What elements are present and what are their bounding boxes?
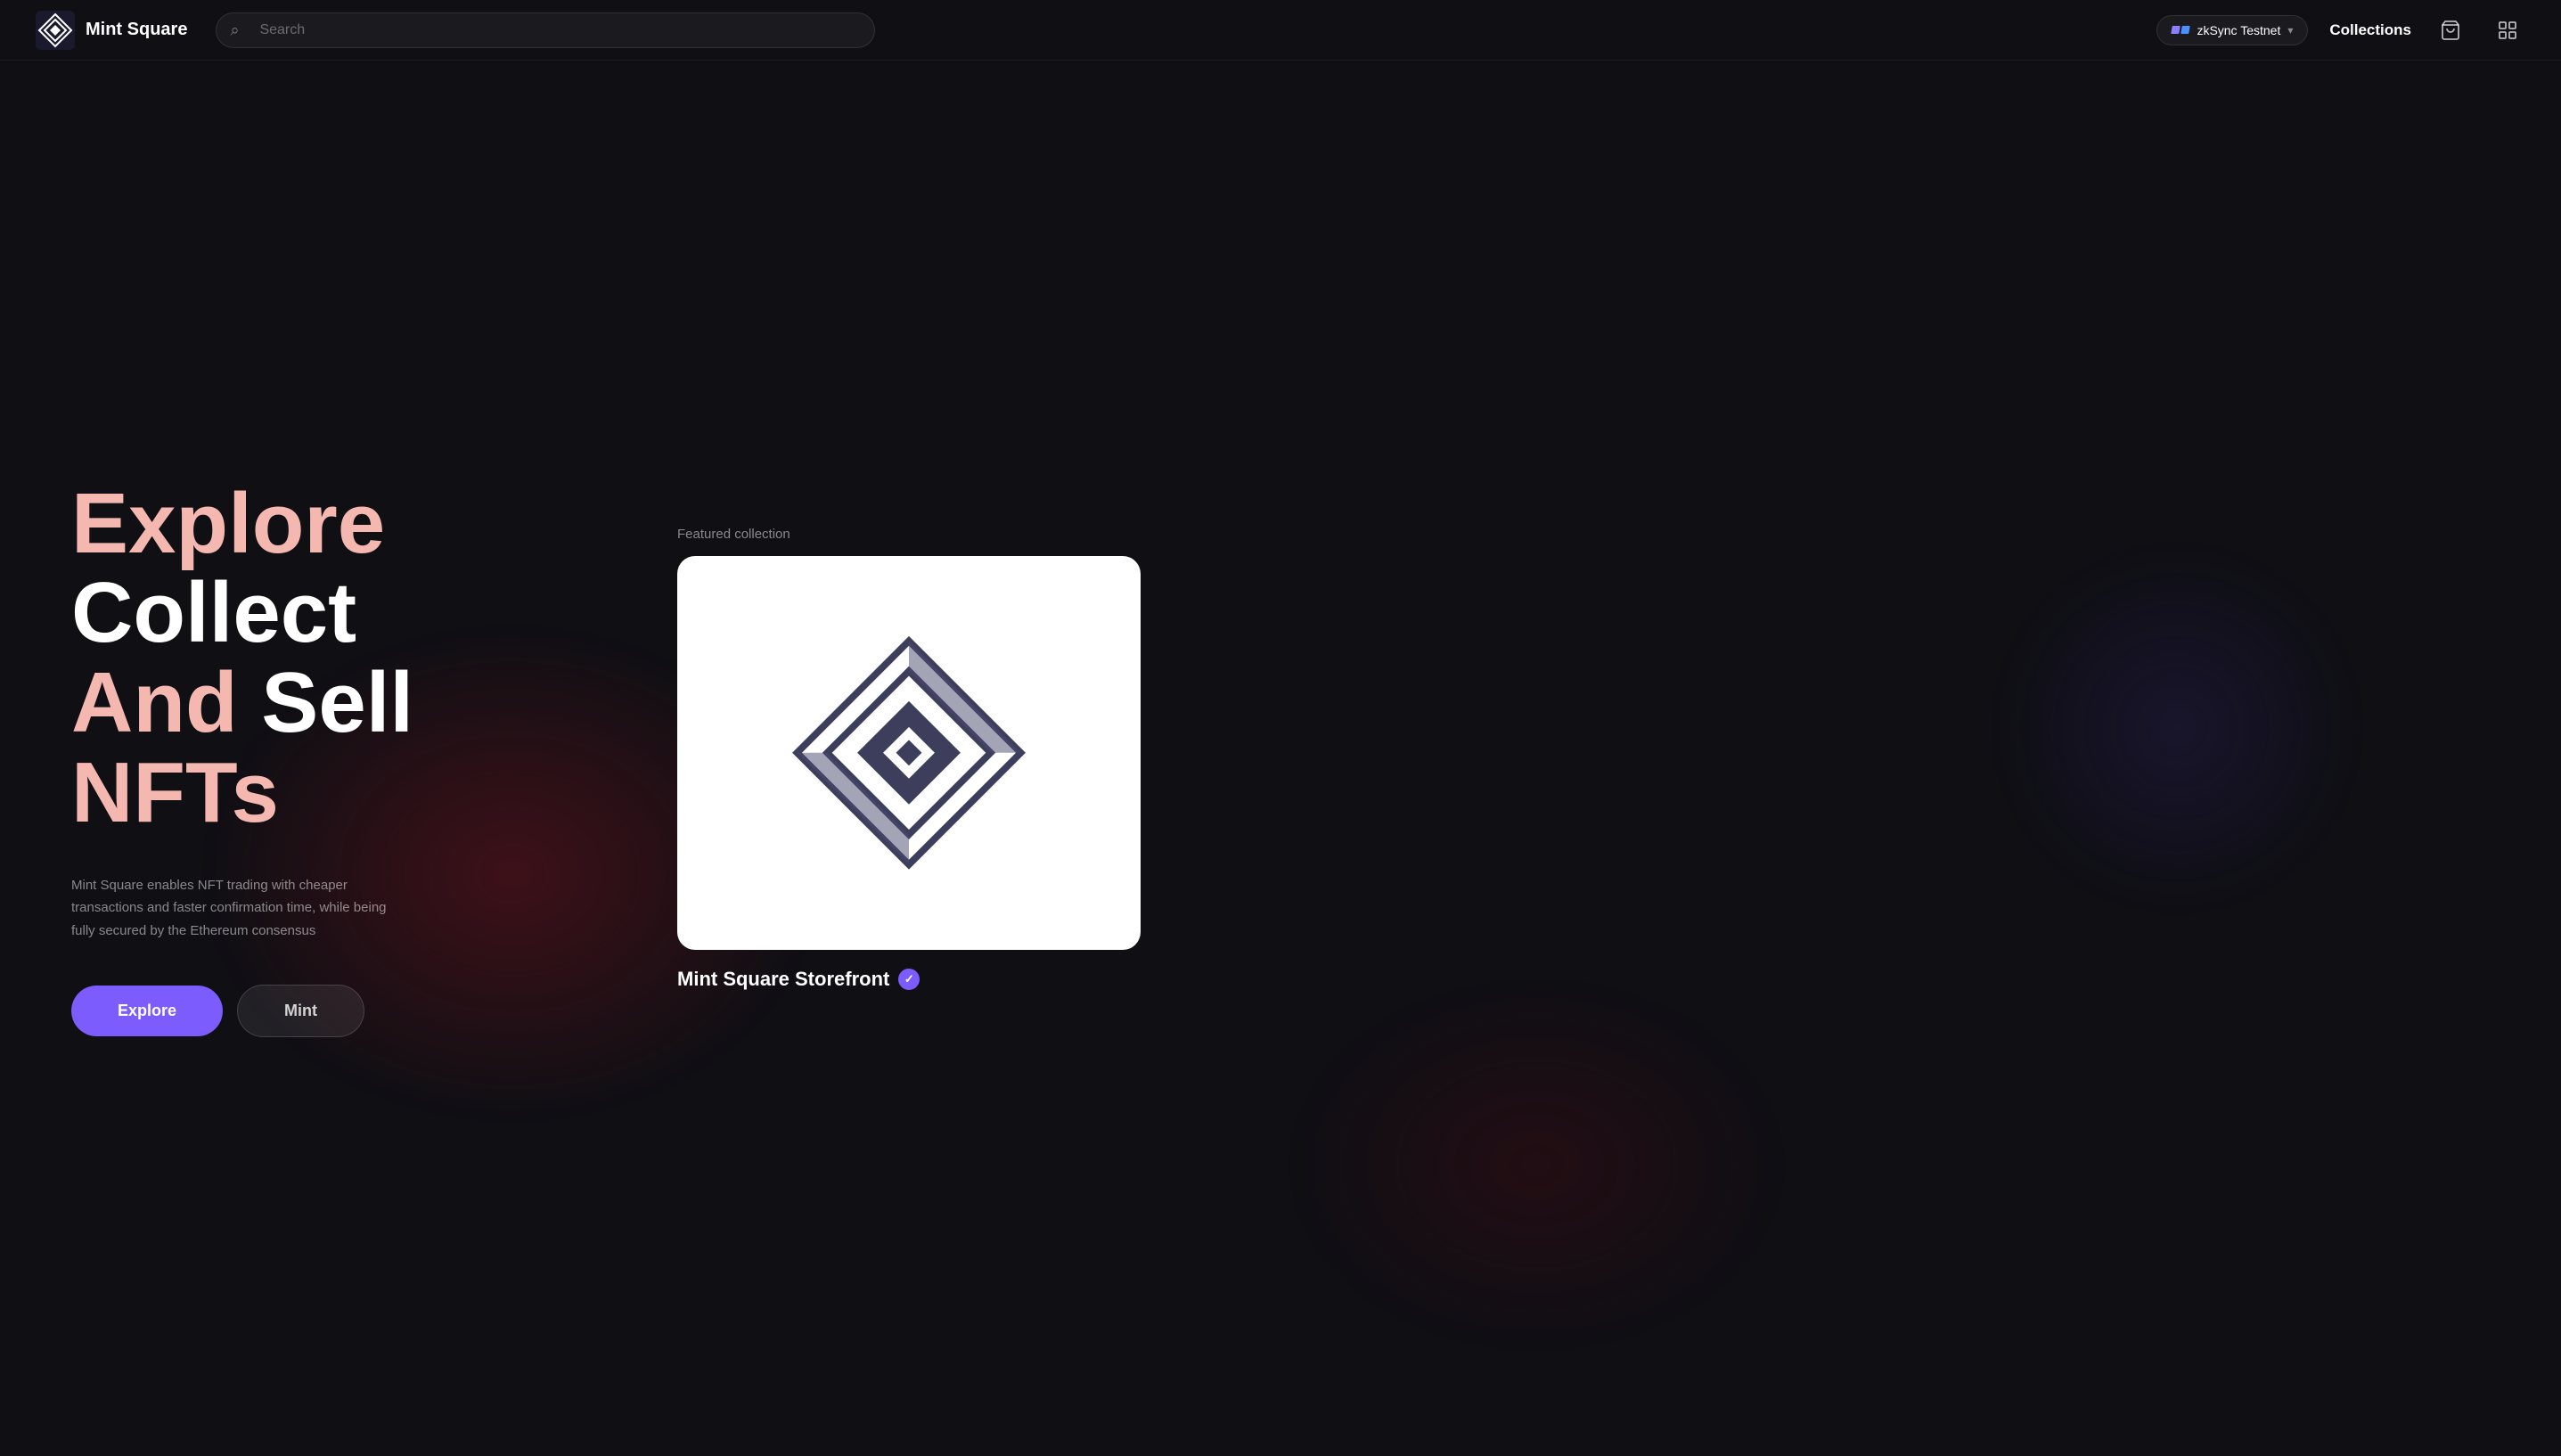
featured-collection-card[interactable] xyxy=(677,556,1141,950)
hero-headline: Explore Collect And Sell NFTs xyxy=(71,479,624,838)
explore-button[interactable]: Explore xyxy=(71,986,223,1036)
cart-icon xyxy=(2440,20,2461,41)
headline-explore: Explore xyxy=(71,476,385,571)
hero-right: Featured collection Mint Square Storefr xyxy=(677,527,1141,991)
search-icon: ⌕ xyxy=(230,20,239,39)
logo-icon xyxy=(36,11,75,50)
mint-button[interactable]: Mint xyxy=(237,985,364,1037)
search-input[interactable] xyxy=(216,12,875,48)
network-selector[interactable]: zkSync Testnet ▾ xyxy=(2156,15,2308,45)
profile-button[interactable] xyxy=(2490,12,2525,48)
main-content: Explore Collect And Sell NFTs Mint Squar… xyxy=(0,61,2561,1456)
collection-name-text: Mint Square Storefront xyxy=(677,968,889,991)
zksync-icon xyxy=(2172,26,2189,34)
logo-link[interactable]: Mint Square xyxy=(36,11,187,50)
network-label: zkSync Testnet xyxy=(2197,23,2280,37)
hero-description: Mint Square enables NFT trading with che… xyxy=(71,874,410,943)
hero-left: Explore Collect And Sell NFTs Mint Squar… xyxy=(71,479,624,1038)
search-container: ⌕ xyxy=(216,12,875,48)
chevron-down-icon: ▾ xyxy=(2287,24,2293,37)
cart-button[interactable] xyxy=(2433,12,2468,48)
verified-badge: ✓ xyxy=(898,969,920,990)
collections-link[interactable]: Collections xyxy=(2329,21,2411,39)
navbar: Mint Square ⌕ zkSync Testnet ▾ Collectio… xyxy=(0,0,2561,61)
profile-icon xyxy=(2497,20,2518,41)
headline-nfts: NFTs xyxy=(71,745,279,840)
featured-collection-name-row: Mint Square Storefront ✓ xyxy=(677,968,920,991)
hero-buttons: Explore Mint xyxy=(71,985,624,1037)
featured-collection-image xyxy=(752,624,1066,882)
headline-and: And xyxy=(71,655,238,750)
featured-label: Featured collection xyxy=(677,527,790,542)
headline-collect: Collect xyxy=(71,565,356,660)
nav-right: zkSync Testnet ▾ Collections xyxy=(2156,12,2525,48)
logo-text: Mint Square xyxy=(86,20,187,40)
headline-sell: Sell xyxy=(261,655,413,750)
